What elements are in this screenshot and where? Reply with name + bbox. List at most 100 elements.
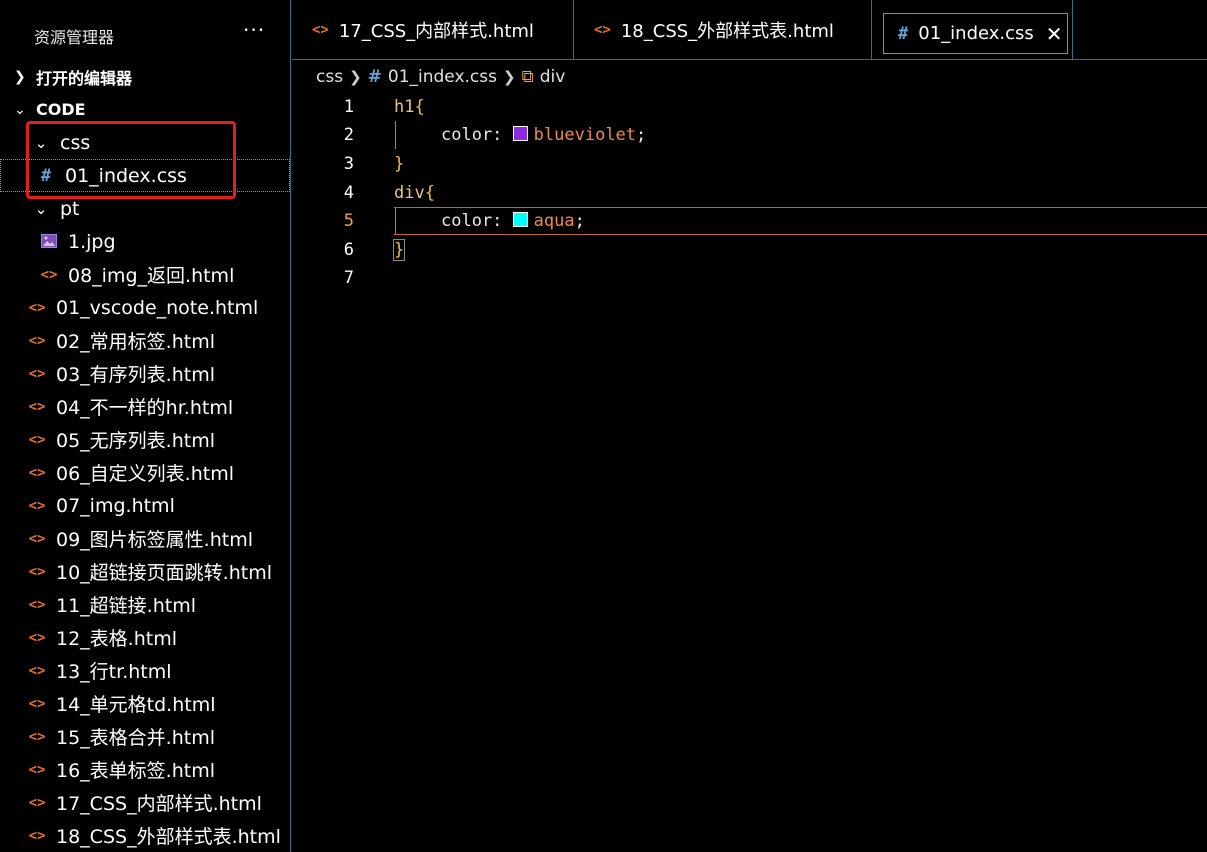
tab-label: 18_CSS_外部样式表.html <box>620 21 834 42</box>
file-label: 11_超链接.html <box>56 595 196 617</box>
file-label: 17_CSS_内部样式.html <box>56 793 262 815</box>
explorer-title: 资源管理器 <box>34 28 115 47</box>
html-file-icon: <> <box>28 431 46 448</box>
line-number: 7 <box>343 268 354 288</box>
folder-label: pt <box>60 197 80 220</box>
file-label: 08_img_返回.html <box>68 265 235 287</box>
file-row[interactable]: <> 03_有序列表.html <box>0 357 318 390</box>
file-row[interactable]: <> 01_vscode_note.html <box>0 291 318 324</box>
code-line: 3 } <box>292 150 1207 178</box>
html-file-icon: <> <box>594 22 611 38</box>
editor-tab-bar: <> 17_CSS_内部样式.html <> 18_CSS_外部样式表.html <box>292 0 1207 60</box>
css-file-icon: # <box>898 23 909 44</box>
code-line: 6 } <box>292 236 1207 264</box>
html-file-icon: <> <box>40 266 58 283</box>
file-label: 13_行tr.html <box>56 661 172 683</box>
tab-label: 17_CSS_内部样式.html <box>338 21 534 42</box>
line-number: 3 <box>343 154 354 174</box>
file-label: 16_表单标签.html <box>56 760 215 782</box>
file-row[interactable]: <> 10_超链接页面跳转.html <box>0 555 318 588</box>
line-number: 5 <box>343 211 354 231</box>
file-row[interactable]: <> 13_行tr.html <box>0 654 318 687</box>
line-number: 4 <box>343 183 354 203</box>
file-row[interactable]: <> 04_不一样的hr.html <box>0 390 318 423</box>
file-label: 09_图片标签属性.html <box>56 529 253 551</box>
html-file-icon: <> <box>28 629 46 646</box>
file-08-img-return[interactable]: <> 08_img_返回.html <box>0 258 330 291</box>
tab-label: 01_index.css <box>918 23 1034 44</box>
file-row[interactable]: <> 17_CSS_内部样式.html <box>0 786 318 819</box>
open-editors-section[interactable]: ❯ 打开的编辑器 <box>0 60 290 93</box>
color-swatch[interactable] <box>512 212 528 227</box>
file-row[interactable]: <> 02_常用标签.html <box>0 324 318 357</box>
tab-01-index-css[interactable]: # 01_index.css ✕ <box>883 13 1068 54</box>
code-text: div{ <box>394 183 435 203</box>
more-actions-icon[interactable]: ··· <box>243 18 265 42</box>
html-file-icon: <> <box>28 761 46 778</box>
file-row[interactable]: <> 09_图片标签属性.html <box>0 522 318 555</box>
html-file-icon: <> <box>28 662 46 679</box>
html-file-icon: <> <box>28 794 46 811</box>
code-editor[interactable]: 1 h1{ 2 color: blueviolet; 3 } 4 div{ 5 … <box>292 93 1207 852</box>
file-label: 05_无序列表.html <box>56 430 215 452</box>
file-row[interactable]: <> 16_表单标签.html <box>0 753 318 786</box>
tab-divider <box>1072 0 1073 60</box>
open-editors-label: 打开的编辑器 <box>36 68 133 88</box>
file-row[interactable]: <> 07_img.html <box>0 489 318 522</box>
file-row[interactable]: <> 14_单元格td.html <box>0 687 318 720</box>
html-file-icon: <> <box>28 497 46 514</box>
file-row[interactable]: <> 05_无序列表.html <box>0 423 318 456</box>
code-text: color: blueviolet; <box>441 125 647 145</box>
color-swatch[interactable] <box>512 126 528 141</box>
code-line: 1 h1{ <box>292 93 1207 121</box>
explorer-header: 资源管理器 ··· <box>0 0 290 68</box>
file-label: 02_常用标签.html <box>56 331 215 353</box>
html-file-icon: <> <box>28 464 46 481</box>
code-line: 2 color: blueviolet; <box>292 121 1207 149</box>
html-file-icon: <> <box>28 299 46 316</box>
css-file-icon: # <box>40 165 52 186</box>
chevron-down-icon: ⌄ <box>34 133 48 152</box>
html-file-icon: <> <box>28 827 46 844</box>
folder-css[interactable]: ⌄ css <box>0 126 322 159</box>
file-row[interactable]: <> 11_超链接.html <box>0 588 318 621</box>
line-number: 6 <box>343 240 354 260</box>
image-file-icon <box>40 231 58 253</box>
file-row[interactable]: <> 18_CSS_外部样式表.html <box>0 819 318 852</box>
code-text: } <box>392 239 406 261</box>
breadcrumb-symbol[interactable]: div <box>540 67 566 87</box>
file-label: 07_img.html <box>56 494 175 517</box>
code-line: 7 <box>292 264 1207 292</box>
line-number: 1 <box>343 97 354 117</box>
workspace-root-section[interactable]: ⌄ CODE <box>0 93 290 126</box>
folder-label: css <box>60 131 91 154</box>
html-file-icon: <> <box>28 398 46 415</box>
html-file-icon: <> <box>28 695 46 712</box>
code-text: h1{ <box>394 97 425 117</box>
html-file-icon: <> <box>28 563 46 580</box>
html-file-icon: <> <box>28 530 46 547</box>
close-icon[interactable]: ✕ <box>1046 22 1063 46</box>
line-number: 2 <box>343 125 354 145</box>
code-line: 4 div{ <box>292 179 1207 207</box>
file-row[interactable]: <> 06_自定义列表.html <box>0 456 318 489</box>
chevron-down-icon: ⌄ <box>14 101 26 118</box>
file-label: 01_vscode_note.html <box>56 296 259 319</box>
folder-pt[interactable]: ⌄ pt <box>0 192 322 225</box>
tab-17-css-internal[interactable]: <> 17_CSS_内部样式.html <box>292 0 574 60</box>
file-label: 1.jpg <box>68 230 116 253</box>
file-row[interactable]: <> 15_表格合并.html <box>0 720 318 753</box>
breadcrumb-file[interactable]: 01_index.css <box>388 67 497 87</box>
code-line: 5 color: aqua; <box>292 207 1207 235</box>
file-label: 14_单元格td.html <box>56 694 216 716</box>
file-01-index-css[interactable]: # 01_index.css <box>0 159 290 192</box>
file-1-jpg[interactable]: 1.jpg <box>0 225 330 258</box>
breadcrumb-folder[interactable]: css <box>316 67 343 87</box>
file-row[interactable]: <> 12_表格.html <box>0 621 318 654</box>
tab-18-css-external[interactable]: <> 18_CSS_外部样式表.html <box>574 0 872 60</box>
html-file-icon: <> <box>312 22 329 38</box>
html-file-icon: <> <box>28 596 46 613</box>
code-text: color: aqua; <box>441 211 585 231</box>
symbol-class-icon: ⧉ <box>521 67 534 87</box>
file-label: 10_超链接页面跳转.html <box>56 562 272 584</box>
